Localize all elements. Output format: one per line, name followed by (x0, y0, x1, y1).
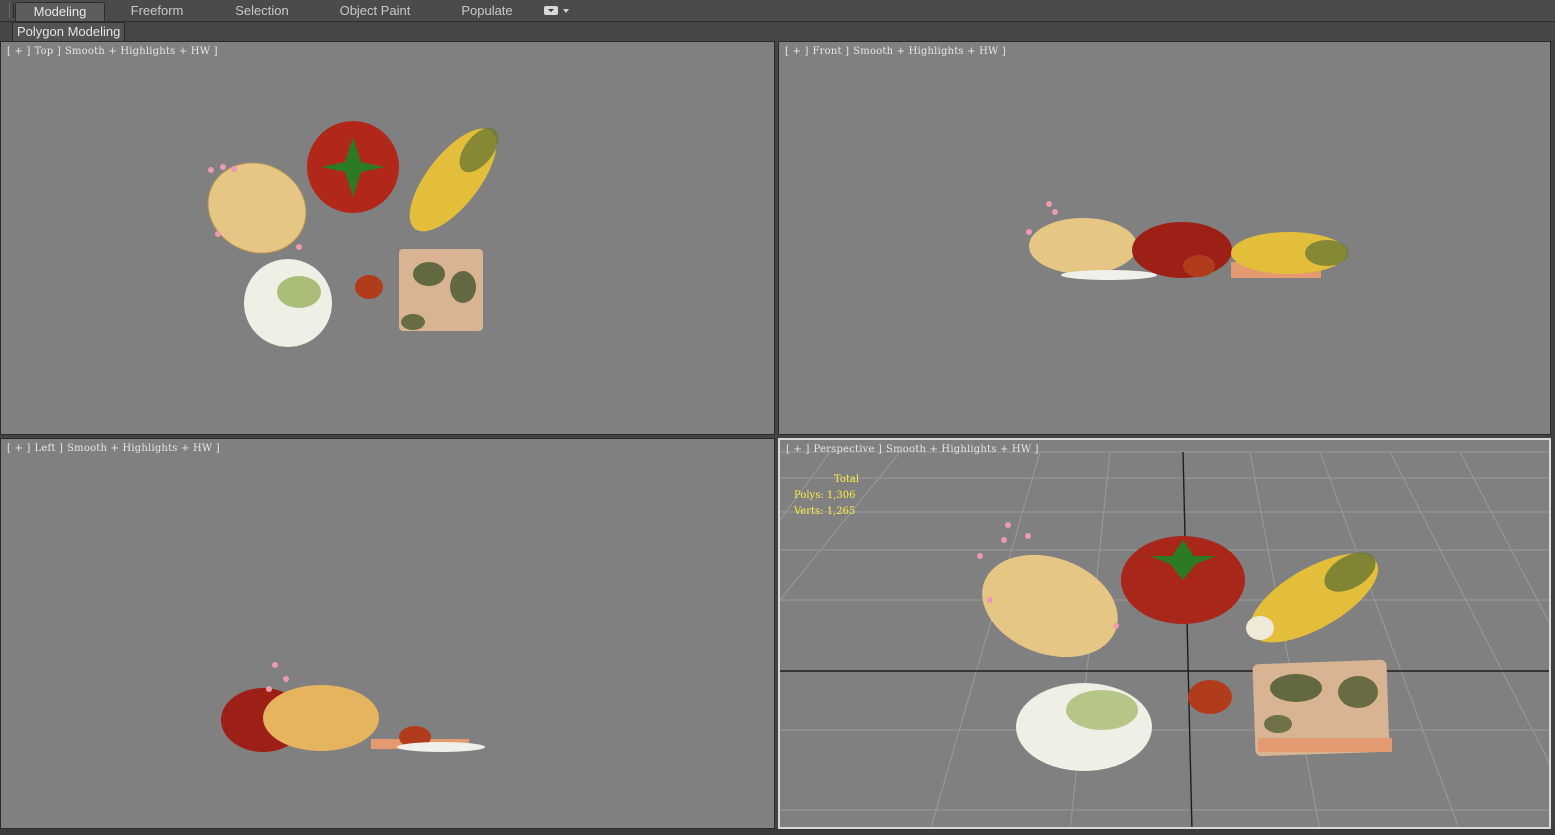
ribbon-tab-bar: Modeling Freeform Selection Object Paint… (0, 0, 1555, 22)
potato-object[interactable] (263, 685, 379, 751)
viewport-view-name[interactable]: Perspective ] (814, 444, 883, 455)
ribbon-options-icon[interactable] (544, 6, 558, 15)
perspective-grid (780, 451, 1549, 827)
viewport-menu-plus[interactable]: [ + ] (786, 444, 810, 455)
viewport-perspective[interactable]: [ + ] Perspective ] Smooth + Highlights + … (778, 438, 1551, 829)
potato-object[interactable] (1029, 218, 1137, 274)
front-view-scene (1026, 201, 1349, 280)
tab-selection[interactable]: Selection (222, 2, 302, 20)
viewport-shading-mode[interactable]: Smooth + Highlights + HW ] (886, 444, 1039, 455)
perspective-view-scene (780, 451, 1549, 827)
tab-modeling[interactable]: Modeling (15, 2, 105, 21)
small-tomato-object[interactable] (1188, 680, 1232, 714)
top-view-scene (193, 121, 499, 347)
tomato-object[interactable] (1132, 222, 1232, 278)
potato-object[interactable] (193, 147, 321, 269)
viewport-left[interactable]: [ + ] Left ] Smooth + Highlights + HW ] (0, 438, 775, 829)
bottom-status-strip (0, 829, 1555, 835)
polygon-modeling-panel-button[interactable]: Polygon Modeling (12, 22, 126, 42)
viewport-front[interactable]: [ + ] Front ] Smooth + Highlights + HW ] (778, 41, 1551, 435)
tab-object-paint[interactable]: Object Paint (333, 2, 417, 20)
tab-freeform[interactable]: Freeform (118, 2, 196, 20)
left-view-scene (221, 662, 485, 752)
small-tomato-object[interactable] (1183, 255, 1215, 277)
small-tomato-object[interactable] (355, 275, 383, 299)
ribbon-panel-bar: Polygon Modeling (0, 22, 1555, 42)
tab-populate[interactable]: Populate (452, 2, 522, 20)
rice-cake-object[interactable] (397, 742, 485, 752)
chevron-down-icon[interactable] (563, 9, 569, 13)
stats-title: Total (834, 474, 860, 485)
ribbon-grip[interactable] (9, 3, 14, 18)
world-axes (780, 451, 1549, 827)
potato-object[interactable] (968, 537, 1132, 675)
viewport-label-perspective[interactable]: [ + ] Perspective ] Smooth + Highlights + … (786, 444, 1043, 455)
stats-verts: Verts: 1,265 (794, 506, 856, 517)
viewport-top[interactable]: [ + ] Top ] Smooth + Highlights + HW ] (0, 41, 775, 435)
right-panel-edge (1551, 41, 1555, 829)
scene-statistics: Total Polys: 1,306 Verts: 1,265 (794, 472, 859, 520)
stats-polys: Polys: 1,306 (794, 490, 856, 501)
